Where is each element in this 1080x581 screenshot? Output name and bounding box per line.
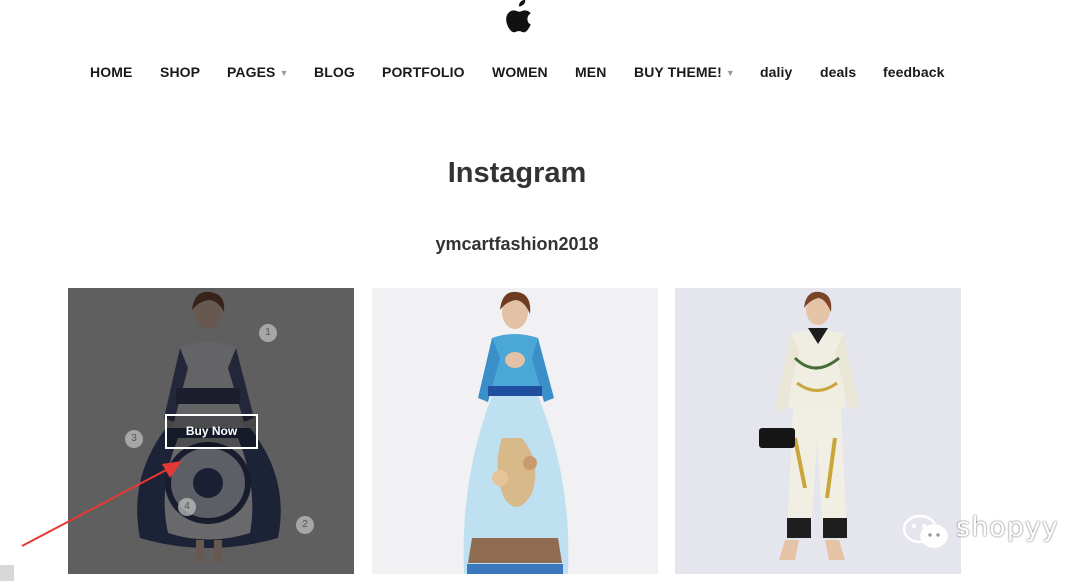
nav-item-buy-theme[interactable]: BUY THEME! ▼ (634, 64, 735, 80)
nav-item-feedback[interactable]: feedback (883, 64, 945, 80)
product-hotspot-4[interactable]: 4 (178, 498, 196, 516)
nav-label: WOMEN (492, 64, 548, 80)
watermark-text: shopyy (956, 512, 1059, 543)
nav-item-pages[interactable]: PAGES ▼ (227, 64, 289, 80)
nav-item-daliy[interactable]: daliy (760, 64, 792, 80)
buy-now-button[interactable]: Buy Now (165, 414, 258, 449)
section-title: Instagram (447, 157, 587, 189)
instagram-tile[interactable] (372, 288, 658, 574)
nav-label: feedback (883, 64, 945, 80)
nav-label: PORTFOLIO (382, 64, 465, 80)
nav-item-men[interactable]: MEN (575, 64, 606, 80)
nav-label: BLOG (314, 64, 355, 80)
nav-label: daliy (760, 64, 793, 80)
nav-item-women[interactable]: WOMEN (492, 64, 548, 80)
product-hotspot-1[interactable]: 1 (259, 324, 277, 342)
nav-item-home[interactable]: HOME (90, 64, 132, 80)
chevron-down-icon: ▼ (279, 68, 289, 78)
nav-label: HOME (90, 64, 133, 80)
nav-item-portfolio[interactable]: PORTFOLIO (382, 64, 465, 80)
product-hotspot-2[interactable]: 2 (296, 516, 314, 534)
nav-label: MEN (575, 64, 607, 80)
nav-label: BUY THEME! (634, 64, 722, 80)
apple-logo-icon[interactable] (506, 0, 532, 34)
nav-item-blog[interactable]: BLOG (314, 64, 355, 80)
product-photo (372, 288, 658, 574)
nav-item-shop[interactable]: SHOP (160, 64, 200, 80)
nav-item-deals[interactable]: deals (820, 64, 856, 80)
nav-label: deals (820, 64, 857, 80)
chevron-down-icon: ▼ (725, 68, 735, 78)
product-hotspot-3[interactable]: 3 (125, 430, 143, 448)
main-nav: HOME SHOP PAGES ▼ BLOG PORTFOLIO WOMEN ME… (0, 64, 1080, 84)
nav-label: PAGES (227, 64, 276, 80)
nav-label: SHOP (160, 64, 201, 80)
instagram-tile[interactable]: 1 2 3 4 Buy Now (68, 288, 354, 574)
corner-marker (0, 565, 14, 581)
instagram-handle[interactable]: ymcartfashion2018 (0, 234, 1034, 255)
